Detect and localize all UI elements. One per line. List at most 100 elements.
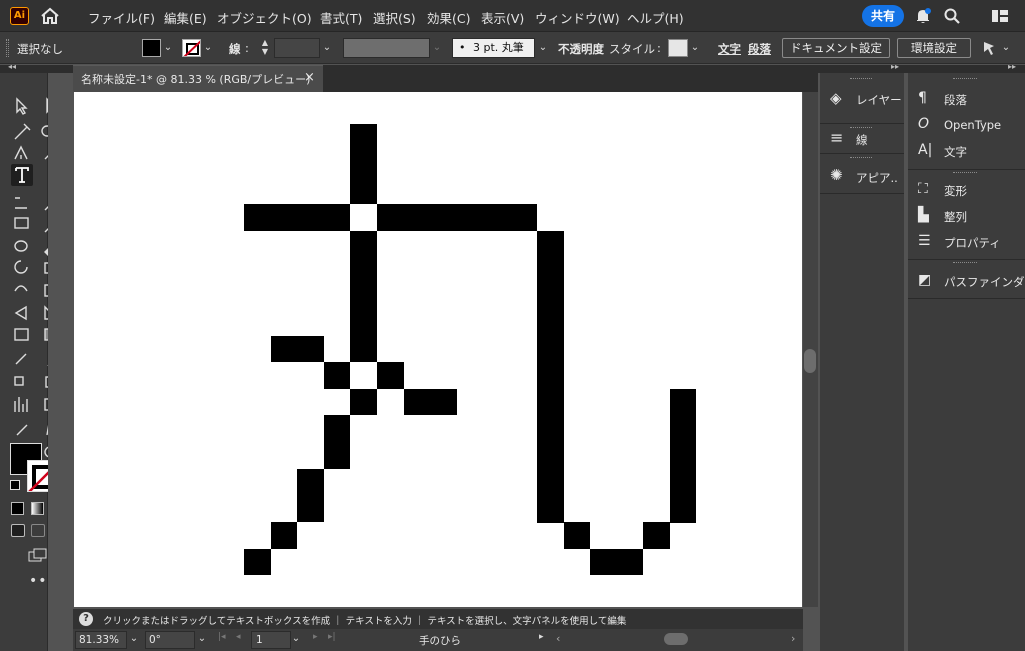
toolbar-collapse-icon[interactable]: ◂◂ [8,62,16,71]
menu-bar: Ai ファイル(F) 編集(E) オブジェクト(O) 書式(T) 選択(S) 効… [0,0,1025,32]
panel-button-pathfinder[interactable]: ◩ パスファインダー [908,269,1025,293]
scroll-right-icon[interactable]: › [791,632,795,645]
panel-grip[interactable] [850,78,872,82]
panels-dock-collapse-icon[interactable]: ▸▸ [1008,62,1016,71]
properties-icon: ☰ [918,233,931,249]
artboard-number-field[interactable]: 1 [251,631,291,649]
panel-label-opentype: OpenType [944,118,1002,132]
status-menu-icon[interactable]: ▸ [539,632,544,642]
color-mode-gradient-icon[interactable] [31,502,44,515]
draw-behind-icon[interactable] [31,524,45,537]
brush-chevron-down-icon[interactable]: ⌄ [536,38,550,58]
artboard-chevron-down-icon[interactable]: ⌄ [289,630,303,648]
menu-file[interactable]: ファイル(F) [88,8,155,27]
previous-artboard-icon[interactable]: ◂ [236,632,241,642]
stroke-weight-input[interactable] [274,38,320,58]
menu-help[interactable]: ヘルプ(H) [627,8,684,27]
opacity-label[interactable]: 不透明度 [558,41,604,57]
panel-grip[interactable] [953,78,977,82]
stroke-weight-label[interactable]: 線 [229,41,241,57]
panel-button-paragraph[interactable]: ¶ 段落 [908,87,1025,111]
artboard[interactable] [74,92,802,607]
panel-button-layers[interactable]: ◈ レイヤー [820,85,904,113]
pathfinder-icon: ◩ [918,272,932,288]
panel-label-character: 文字 [944,145,967,159]
panel-label-layers: レイヤー [856,93,902,107]
preferences-button[interactable]: 環境設定 [897,38,971,58]
profile-chevron-down-icon[interactable]: ⌄ [430,38,444,58]
zoom-field[interactable]: 81.33% [75,631,127,649]
panel-label-appearance: アピア.. [856,171,898,185]
search-icon[interactable] [943,7,961,25]
paragraph-panel-link[interactable]: 段落 [748,41,771,57]
stroke-dropdown-chevron-down-icon[interactable]: ⌄ [201,38,215,58]
panel-button-character[interactable]: A| 文字 [908,139,1025,163]
style-label: スタイル [609,42,655,56]
control-menu-chevron-down-icon[interactable]: ⌄ [999,38,1013,58]
panel-button-stroke[interactable]: ≡ 線 [820,124,904,152]
panel-grip[interactable] [850,157,872,161]
panel-label-stroke: 線 [856,133,868,147]
control-bar: 選択なし ⌄ ⌄ 線 : ▲ ▼ ⌄ ⌄ • 3 pt. 丸筆 ⌄ 不透明度 スタ… [0,32,1025,64]
zoom-chevron-down-icon[interactable]: ⌄ [127,630,141,648]
vertical-scroll-thumb[interactable] [804,349,816,373]
appearance-icon: ✺ [830,166,843,184]
stroke-weight-chevron-down-icon[interactable]: ⌄ [320,38,334,58]
app-logo-icon[interactable]: Ai [10,7,29,25]
panel-button-align[interactable]: ▙ 整列 [908,204,1025,228]
menu-effect[interactable]: 効果(C) [427,8,470,27]
stroke-swatch-none[interactable] [182,39,201,57]
share-button[interactable]: 共有 [862,5,904,27]
panel-grip[interactable] [953,172,977,176]
first-artboard-icon[interactable]: |◂ [218,632,226,642]
help-icon[interactable]: ? [79,612,93,626]
panel-button-transform[interactable]: ⛶ 変形 [908,178,1025,202]
document-tab[interactable]: 名称未設定-1* @ 81.33 % (RGB/プレビュー) × [73,65,323,92]
document-tab-title: 名称未設定-1* @ 81.33 % (RGB/プレビュー) [81,73,311,86]
panel-button-opentype[interactable]: O OpenType [908,113,1025,137]
menu-view[interactable]: 表示(V) [481,8,524,27]
close-tab-icon[interactable]: × [304,70,315,85]
rotation-chevron-down-icon[interactable]: ⌄ [195,630,209,648]
pixel-glyph-artwork[interactable] [74,92,802,607]
graphic-style-swatch[interactable] [668,39,688,57]
panel-grip[interactable] [953,262,977,266]
style-colon: : [657,41,661,55]
fill-swatch[interactable] [142,39,161,57]
menu-object[interactable]: オブジェクト(O) [217,8,312,27]
next-artboard-icon[interactable]: ▸ [313,632,318,642]
control-bar-grip[interactable] [6,39,9,57]
color-mode-fill-icon[interactable] [11,502,24,515]
fill-dropdown-chevron-down-icon[interactable]: ⌄ [161,38,175,58]
menu-window[interactable]: ウィンドウ(W) [535,8,620,27]
stroke-weight-stepper[interactable]: ▲ ▼ [257,38,273,58]
default-colors-icon[interactable] [10,480,20,490]
variable-width-profile[interactable] [343,38,430,58]
panel-button-properties[interactable]: ☰ プロパティ [908,230,1025,254]
type-tool-icon[interactable] [11,164,33,186]
vertical-scrollbar[interactable] [803,92,818,607]
arrange-documents-icon[interactable] [981,40,997,56]
style-chevron-down-icon[interactable]: ⌄ [688,38,702,58]
draw-mode-icon[interactable] [11,524,25,537]
menu-select[interactable]: 選択(S) [373,8,416,27]
tool-hint-bar: ? クリックまたはドラッグしてテキストボックスを作成 ｜ テキストを入力 ｜ テ… [73,609,803,629]
last-artboard-icon[interactable]: ▸| [328,632,336,642]
screen-mode-icon[interactable] [28,548,48,563]
current-tool-name: 手のひら [419,635,461,647]
panels-collapse-icon[interactable]: ▸▸ [891,62,899,71]
workspace-switcher-icon[interactable] [991,9,1009,23]
document-setup-button[interactable]: ドキュメント設定 [782,38,890,58]
align-icon: ▙ [918,207,929,223]
horizontal-scroll-thumb[interactable] [664,633,688,645]
notification-bell-icon[interactable] [914,7,932,25]
panel-button-appearance[interactable]: ✺ アピア.. [820,163,904,191]
collapsed-panels-column: ◈ レイヤー ≡ 線 ✺ アピア.. [820,73,904,651]
home-icon[interactable] [40,7,60,25]
menu-edit[interactable]: 編集(E) [164,8,207,27]
brush-definition-dropdown[interactable]: • 3 pt. 丸筆 [452,38,535,58]
menu-type[interactable]: 書式(T) [320,8,362,27]
rotation-field[interactable]: 0° [145,631,195,649]
character-panel-link[interactable]: 文字 [718,41,741,57]
scroll-left-icon[interactable]: ‹ [556,632,560,645]
